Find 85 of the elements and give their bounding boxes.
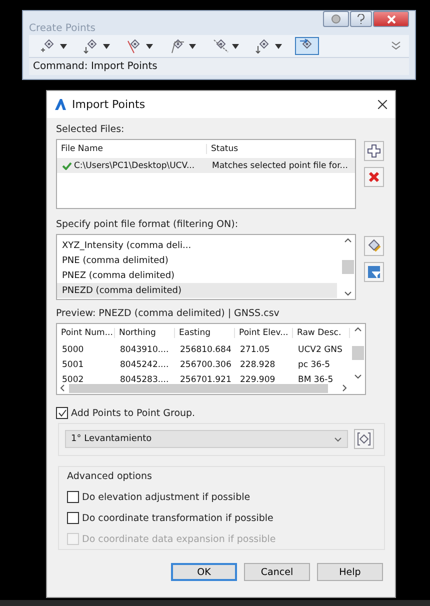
table-cell-text: 256701.921 bbox=[179, 374, 232, 384]
sphere-button[interactable] bbox=[323, 11, 349, 27]
table-cell-text: 256810.684 bbox=[179, 344, 232, 354]
close-icon bbox=[386, 14, 396, 24]
format-list[interactable]: XYZ_Intensity (comma deli... PNE (comma delimited) PNEZ (comma delimited) PNEZD (comma delimited) bbox=[56, 234, 356, 300]
table-cell-text: 228.928 bbox=[239, 360, 276, 370]
table-cell: C:\Users\PC1\Desktop\UCV... bbox=[57, 160, 207, 170]
palette-title: Create Points bbox=[29, 23, 96, 34]
table-cell-text: 5002 bbox=[61, 374, 85, 384]
delete-icon bbox=[368, 171, 380, 183]
checkbox-label: Do coordinate data expansion if possible bbox=[82, 534, 276, 544]
scroll-down-icon[interactable] bbox=[354, 374, 362, 379]
filter-icon bbox=[367, 265, 381, 279]
sphere-icon bbox=[331, 14, 341, 24]
scroll-left-icon[interactable] bbox=[60, 384, 65, 392]
table-cell-text: pc 36-5 bbox=[297, 360, 332, 370]
table-cell-text: 271.05 bbox=[239, 344, 271, 354]
scrollbar-thumb[interactable] bbox=[352, 346, 364, 360]
caret-icon bbox=[232, 44, 239, 48]
checkbox[interactable] bbox=[67, 512, 79, 524]
caret-icon bbox=[189, 44, 196, 48]
scrollbar-thumb[interactable] bbox=[69, 384, 328, 392]
point-tool-icon bbox=[212, 38, 230, 54]
file-row[interactable]: C:\Users\PC1\Desktop\UCV... Matches selected point file for... bbox=[57, 158, 355, 173]
help-button[interactable] bbox=[350, 11, 372, 27]
scrollbar-thumb[interactable] bbox=[342, 260, 354, 274]
table-cell-text: 8045283.... bbox=[119, 374, 170, 384]
point-group-button[interactable] bbox=[354, 429, 374, 449]
scroll-up-icon[interactable] bbox=[344, 238, 352, 243]
edit-format-button[interactable] bbox=[364, 236, 384, 256]
checkbox-label: Add Points to Point Group. bbox=[71, 408, 196, 418]
expand-icon[interactable] bbox=[391, 41, 401, 51]
point-tool-icon bbox=[169, 38, 187, 54]
dialog-button[interactable]: Cancel bbox=[244, 563, 310, 581]
caret-icon bbox=[334, 436, 342, 442]
group-title: Advanced options bbox=[67, 471, 153, 482]
point-icon bbox=[357, 432, 371, 446]
format-item[interactable]: PNEZ (comma delimited) bbox=[57, 268, 337, 283]
caret-icon bbox=[60, 44, 67, 48]
scroll-up-icon[interactable] bbox=[354, 327, 362, 332]
column-header[interactable]: Easting bbox=[175, 328, 235, 338]
format-item[interactable]: PNEZD (comma delimited) bbox=[57, 283, 337, 298]
caret-icon bbox=[275, 44, 282, 48]
checkbox[interactable] bbox=[67, 491, 79, 503]
section-label: Specify point file format (filtering ON): bbox=[56, 219, 240, 230]
table-cell-text: 256700.306 bbox=[179, 360, 232, 370]
column-header[interactable]: File Name bbox=[57, 144, 207, 154]
pencil-icon bbox=[367, 239, 381, 253]
table-cell-text: 8043910.... bbox=[119, 344, 170, 354]
plus-icon bbox=[367, 144, 381, 158]
close-button[interactable] bbox=[373, 11, 409, 27]
column-header[interactable]: Northing bbox=[115, 328, 175, 338]
format-item[interactable]: PNE (comma delimited) bbox=[57, 253, 337, 268]
help-icon bbox=[357, 14, 365, 24]
table-cell-text: 5001 bbox=[61, 360, 85, 370]
scroll-down-icon[interactable] bbox=[344, 291, 352, 296]
column-header[interactable]: Point Elev... bbox=[235, 328, 293, 338]
caret-icon bbox=[103, 44, 110, 48]
column-header[interactable]: Raw Desc. bbox=[293, 328, 350, 338]
section-label: Selected Files: bbox=[56, 124, 126, 135]
remove-file-button[interactable] bbox=[364, 167, 384, 187]
caret-icon bbox=[146, 44, 153, 48]
add-file-button[interactable] bbox=[364, 141, 384, 161]
close-icon[interactable] bbox=[378, 100, 387, 109]
table-cell-text: 8045242.... bbox=[119, 360, 170, 370]
table-cell-text: 229.909 bbox=[239, 374, 276, 384]
format-item[interactable]: XYZ_Intensity (comma deli... bbox=[57, 238, 337, 253]
dialog-button[interactable]: Help bbox=[317, 563, 383, 581]
table-cell-text: BM 36-5 bbox=[297, 374, 334, 384]
checkbox-label: Do elevation adjustment if possible bbox=[82, 492, 250, 502]
dialog-button[interactable]: OK bbox=[171, 563, 237, 581]
point-group-dropdown[interactable]: 1° Levantamiento bbox=[65, 430, 348, 448]
files-list[interactable]: File Name Status C:\Users\PC1\Desktop\UCV... Matches selected point file for... bbox=[56, 139, 356, 209]
column-header[interactable]: Status bbox=[207, 144, 355, 154]
checkbox[interactable] bbox=[56, 407, 68, 419]
table-cell-text: UCV2 GNS bbox=[297, 344, 344, 354]
scroll-right-icon[interactable] bbox=[342, 384, 347, 392]
table-cell-text: Matches selected point file for... bbox=[211, 160, 349, 170]
dialog-title: Import Points bbox=[72, 98, 146, 111]
section-label: Preview: PNEZD (comma delimited) | GNSS.csv bbox=[56, 308, 280, 319]
app-logo-icon bbox=[55, 99, 66, 110]
checkbox-label: Do coordinate transformation if possible bbox=[82, 512, 274, 524]
column-header[interactable]: Point Num... bbox=[57, 328, 115, 338]
filter-button[interactable] bbox=[364, 262, 384, 282]
table-cell-text: 5000 bbox=[61, 344, 85, 354]
